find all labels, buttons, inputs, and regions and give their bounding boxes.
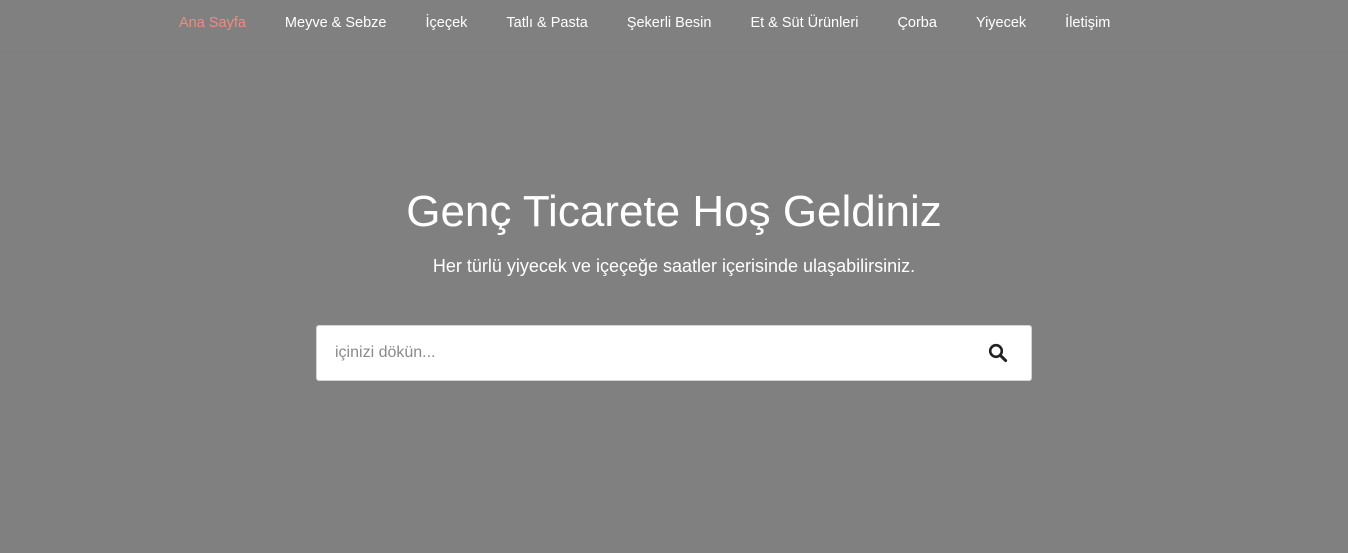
search-input[interactable]: [317, 326, 967, 380]
search-button[interactable]: [965, 326, 1031, 380]
top-navigation: Ana Sayfa Meyve & Sebze İçeçek Tatlı & P…: [0, 0, 1348, 52]
nav-item-ana-sayfa[interactable]: Ana Sayfa: [179, 15, 246, 31]
nav-item-sekerli-besin[interactable]: Şekerli Besin: [627, 15, 712, 31]
nav-item-tatli-pasta[interactable]: Tatlı & Pasta: [506, 15, 587, 31]
nav-item-icecek[interactable]: İçeçek: [425, 15, 467, 31]
nav-item-iletisim[interactable]: İletişim: [1065, 15, 1110, 31]
nav-item-et-sut-urunleri[interactable]: Et & Süt Ürünleri: [750, 15, 858, 31]
nav-item-yiyecek[interactable]: Yiyecek: [976, 15, 1026, 31]
page: Ana Sayfa Meyve & Sebze İçeçek Tatlı & P…: [0, 0, 1348, 553]
search-box: [316, 325, 1032, 381]
nav-menu: Ana Sayfa Meyve & Sebze İçeçek Tatlı & P…: [179, 0, 1149, 46]
hero-subtitle: Her türlü yiyecek ve içeçeğe saatler içe…: [432, 256, 916, 276]
search-icon: [988, 343, 1008, 363]
nav-item-meyve-sebze[interactable]: Meyve & Sebze: [285, 15, 387, 31]
nav-item-corba[interactable]: Çorba: [897, 15, 937, 31]
hero-title: Genç Ticarete Hoş Geldiniz: [406, 187, 942, 236]
